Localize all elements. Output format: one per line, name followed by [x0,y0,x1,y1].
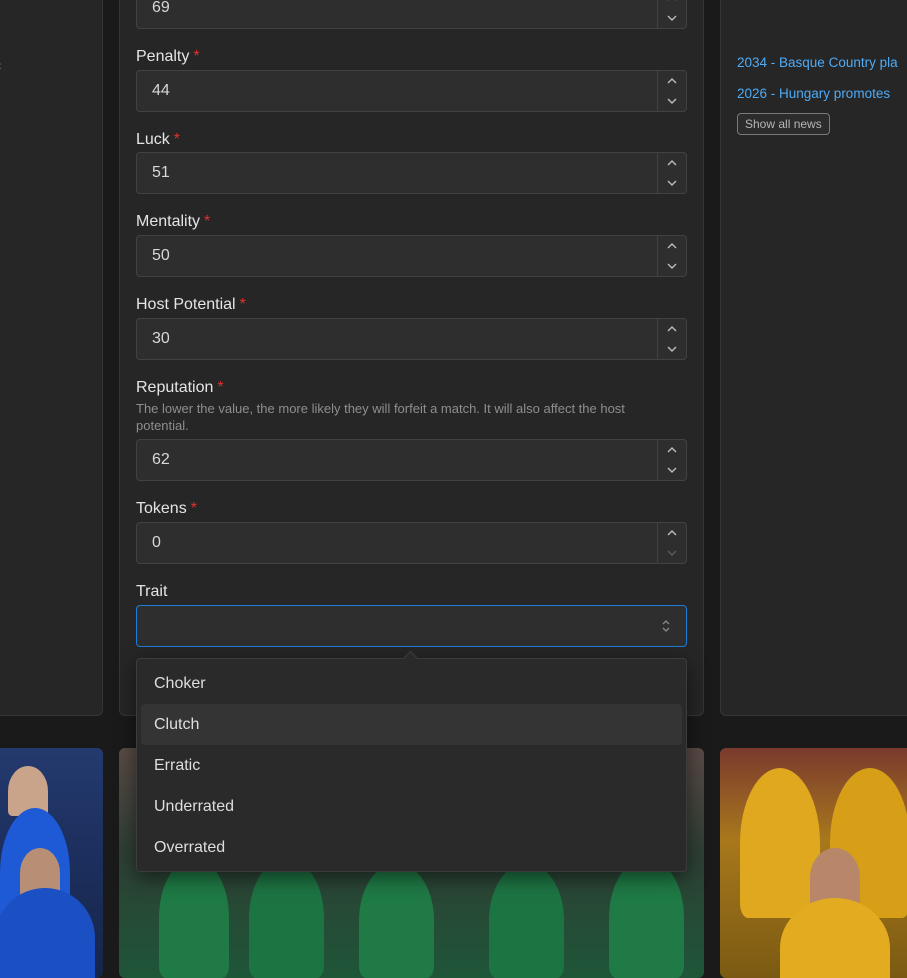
stepper [657,319,686,359]
host-potential-label: Host Potential * [136,296,246,314]
trait-option-underrated[interactable]: Underrated [141,786,682,827]
selector-icon [662,620,670,632]
trait-option-erratic[interactable]: Erratic [141,745,682,786]
edge-glyph: ‹ [0,57,2,73]
chevron-down-icon [667,467,677,473]
player-figure [159,858,229,978]
chevron-up-icon [667,78,677,84]
stepper [657,440,686,480]
increment-button[interactable] [658,153,686,173]
required-mark: * [217,379,224,396]
required-mark: * [173,131,181,148]
chevron-up-icon [667,326,677,332]
required-mark: * [193,48,200,65]
decrement-button[interactable] [658,256,686,276]
tokens-input[interactable]: 0 [136,522,687,564]
chevron-down-icon [667,263,677,269]
luck-label-text: Luck [136,131,170,148]
tokens-value: 0 [152,534,161,551]
penalty-value: 44 [152,82,170,99]
mentality-input[interactable]: 50 [136,235,687,277]
luck-value: 51 [152,164,170,181]
stepper [657,523,686,563]
chevron-down-icon [667,15,677,21]
reputation-input[interactable]: 62 [136,439,687,481]
stepper [657,71,686,111]
host-potential-label-text: Host Potential [136,296,236,313]
reputation-value: 62 [152,451,170,468]
news-panel [720,0,907,716]
penalty-label-text: Penalty [136,48,190,65]
luck-input[interactable]: 51 [136,152,687,194]
chevron-down-icon [667,180,677,186]
reputation-label: Reputation * [136,379,224,397]
team-photo-right [720,748,907,978]
chevron-down-icon [667,550,677,556]
chevron-up-icon [667,243,677,249]
tokens-label-text: Tokens [136,500,187,517]
decrement-button[interactable] [658,8,686,28]
news-link[interactable]: 2034 - Basque Country pla [737,55,898,70]
team-photo-left [0,748,103,978]
chevron-up-icon [667,447,677,453]
required-mark: * [239,296,246,313]
number-input-partial[interactable]: 69 [136,0,687,29]
number-input-value: 69 [152,0,170,16]
stepper [657,153,686,193]
chevron-down-icon [667,98,677,104]
decrement-button[interactable] [658,460,686,480]
decrement-button[interactable] [658,339,686,359]
player-figure [249,858,324,978]
mentality-value: 50 [152,247,170,264]
left-panel: ‹ [0,0,103,716]
player-figure [740,768,820,918]
mentality-label-text: Mentality [136,213,201,230]
mentality-label: Mentality * [136,213,210,231]
required-mark: * [190,500,197,517]
chevron-up-icon [667,530,677,536]
increment-button[interactable] [658,319,686,339]
trait-option-overrated[interactable]: Overrated [141,827,682,868]
trait-option-choker[interactable]: Choker [141,663,682,704]
luck-label: Luck * [136,131,180,149]
decrement-button[interactable] [658,543,686,563]
stepper [657,0,686,28]
penalty-input[interactable]: 44 [136,70,687,112]
decrement-button[interactable] [658,91,686,111]
stepper [657,236,686,276]
trait-select[interactable] [136,605,687,647]
penalty-label: Penalty * [136,48,200,66]
increment-button[interactable] [658,440,686,460]
player-figure [609,858,684,978]
required-mark: * [204,213,211,230]
host-potential-input[interactable]: 30 [136,318,687,360]
chevron-down-icon [667,346,677,352]
reputation-description: The lower the value, the more likely the… [136,401,625,433]
tokens-label: Tokens * [136,500,197,518]
trait-label: Trait [136,583,168,600]
news-link[interactable]: 2026 - Hungary promotes [737,86,890,101]
increment-button[interactable] [658,71,686,91]
trait-dropdown: Choker Clutch Erratic Underrated Overrat… [136,650,687,872]
player-figure [0,888,95,978]
show-all-news-button[interactable]: Show all news [737,113,830,135]
chevron-up-icon [667,160,677,166]
host-potential-value: 30 [152,330,170,347]
trait-option-clutch[interactable]: Clutch [141,704,682,745]
increment-button[interactable] [658,523,686,543]
decrement-button[interactable] [658,173,686,193]
chevron-up-icon [668,0,676,1]
increment-button[interactable] [658,236,686,256]
reputation-label-text: Reputation [136,379,214,396]
increment-button[interactable] [658,0,686,8]
